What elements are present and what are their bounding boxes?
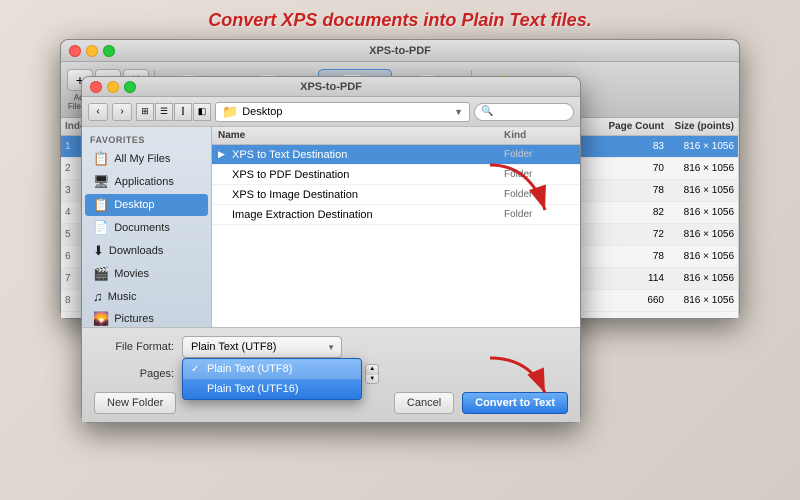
file-browser: Name Kind ▶ XPS to Text Destination Fold…	[212, 127, 580, 327]
header-col-kind: Kind	[504, 130, 574, 141]
file-browser-row[interactable]: XPS to PDF Destination Folder	[212, 165, 580, 185]
documents-icon: 📄	[93, 220, 109, 236]
dialog-max-button[interactable]	[124, 81, 136, 93]
pictures-icon: 🌄	[93, 311, 109, 327]
sidebar-item-movies[interactable]: 🎬 Movies	[85, 263, 208, 285]
dropdown-item-label: Plain Text (UTF8)	[207, 363, 292, 375]
format-dropdown: ✓ Plain Text (UTF8) Plain Text (UTF16)	[182, 358, 362, 400]
view-column-button[interactable]: ⫿	[174, 103, 192, 121]
header-col-name: Name	[218, 130, 504, 141]
pages-label: Pages:	[94, 368, 174, 380]
sidebar-item-all-my-files[interactable]: 📋 All My Files	[85, 148, 208, 170]
folder-icon: 📁	[222, 104, 238, 120]
sidebar-item-desktop[interactable]: 📋 Desktop	[85, 194, 208, 216]
format-select[interactable]: Plain Text (UTF8)	[182, 336, 342, 358]
sidebar-item-documents[interactable]: 📄 Documents	[85, 217, 208, 239]
all-my-files-icon: 📋	[93, 151, 109, 167]
format-select-container: Plain Text (UTF8) ✓ Plain Text (UTF8) Pl…	[182, 336, 342, 358]
right-buttons: Cancel Convert to Text	[394, 392, 568, 414]
dialog-title: XPS-to-PDF	[300, 81, 362, 93]
file-browser-row[interactable]: XPS to Image Destination Folder	[212, 185, 580, 205]
row-arrow: ▶	[218, 149, 228, 160]
dialog-bottom: File Format: Plain Text (UTF8) ✓ Plain T…	[82, 327, 580, 422]
minimize-button[interactable]	[86, 45, 98, 57]
search-box: 🔍	[474, 103, 574, 121]
file-dialog: XPS-to-PDF ‹ › ⊞ ☰ ⫿ ◧ 📁 Desktop ▼ 🔍	[81, 76, 581, 423]
cancel-button[interactable]: Cancel	[394, 392, 454, 414]
dropdown-item-label: Plain Text (UTF16)	[207, 383, 299, 395]
sidebar-item-label: Documents	[114, 222, 170, 234]
view-buttons: ⊞ ☰ ⫿ ◧	[136, 103, 211, 121]
file-browser-row[interactable]: ▶ XPS to Text Destination Folder	[212, 145, 580, 165]
check-icon: ✓	[191, 364, 203, 375]
pages-to-stepper[interactable]: ▲ ▼	[365, 364, 379, 384]
location-bar: 📁 Desktop ▼	[215, 102, 470, 122]
window-title: XPS-to-PDF	[369, 45, 431, 57]
title-bar: XPS-to-PDF	[61, 40, 739, 62]
app-window: XPS-to-PDF + − ✕ Add Files/Folder Remove…	[60, 39, 740, 319]
header-page-count: Page Count	[604, 121, 664, 132]
sidebar-item-label: Downloads	[109, 245, 163, 257]
dialog-window-controls	[90, 81, 136, 93]
sidebar-item-label: Music	[108, 291, 137, 303]
stepper-up[interactable]: ▲	[366, 365, 378, 375]
sidebar-item-pictures[interactable]: 🌄 Pictures	[85, 308, 208, 327]
format-row: File Format: Plain Text (UTF8) ✓ Plain T…	[94, 336, 568, 358]
applications-icon: 🖥	[93, 174, 110, 190]
dialog-min-button[interactable]	[107, 81, 119, 93]
header-size: Size (points)	[664, 121, 734, 132]
view-cover-button[interactable]: ◧	[193, 103, 211, 121]
window-controls	[69, 45, 115, 57]
sidebar-item-label: Applications	[115, 176, 174, 188]
dropdown-item-utf16[interactable]: Plain Text (UTF16)	[183, 379, 361, 399]
movies-icon: 🎬	[93, 266, 109, 282]
forward-button[interactable]: ›	[112, 103, 132, 121]
sidebar-item-label: Pictures	[114, 313, 154, 325]
dialog-sidebar: FAVORITES 📋 All My Files 🖥 Applications …	[82, 127, 212, 327]
new-folder-button[interactable]: New Folder	[94, 392, 176, 414]
page-title: Convert XPS documents into Plain Text fi…	[208, 10, 591, 31]
sidebar-item-applications[interactable]: 🖥 Applications	[85, 171, 208, 193]
view-icon-button[interactable]: ⊞	[136, 103, 154, 121]
file-browser-header: Name Kind	[212, 127, 580, 145]
desktop-icon: 📋	[93, 197, 109, 213]
dropdown-item-utf8[interactable]: ✓ Plain Text (UTF8)	[183, 359, 361, 379]
close-button[interactable]	[69, 45, 81, 57]
stepper-down[interactable]: ▼	[366, 375, 378, 384]
format-value: Plain Text (UTF8)	[191, 341, 276, 353]
sidebar-item-label: All My Files	[114, 153, 170, 165]
dialog-nav: ‹ › ⊞ ☰ ⫿ ◧ 📁 Desktop ▼ 🔍	[82, 97, 580, 127]
downloads-icon: ⬇	[93, 243, 104, 259]
search-input[interactable]	[493, 106, 567, 117]
format-label: File Format:	[94, 341, 174, 353]
sidebar-item-music[interactable]: ♫ Music	[85, 286, 208, 307]
maximize-button[interactable]	[103, 45, 115, 57]
search-icon: 🔍	[481, 106, 493, 117]
view-list-button[interactable]: ☰	[155, 103, 173, 121]
sidebar-item-downloads[interactable]: ⬇ Downloads	[85, 240, 208, 262]
back-button[interactable]: ‹	[88, 103, 108, 121]
file-browser-row[interactable]: Image Extraction Destination Folder	[212, 205, 580, 225]
dialog-title-bar: XPS-to-PDF	[82, 77, 580, 97]
dialog-body: FAVORITES 📋 All My Files 🖥 Applications …	[82, 127, 580, 327]
convert-button[interactable]: Convert to Text	[462, 392, 568, 414]
location-chevron[interactable]: ▼	[454, 107, 463, 117]
favorites-header: FAVORITES	[82, 131, 211, 147]
sidebar-item-label: Movies	[114, 268, 149, 280]
dialog-close-button[interactable]	[90, 81, 102, 93]
music-icon: ♫	[93, 289, 103, 304]
sidebar-item-label: Desktop	[114, 199, 154, 211]
location-label: Desktop	[242, 106, 282, 118]
